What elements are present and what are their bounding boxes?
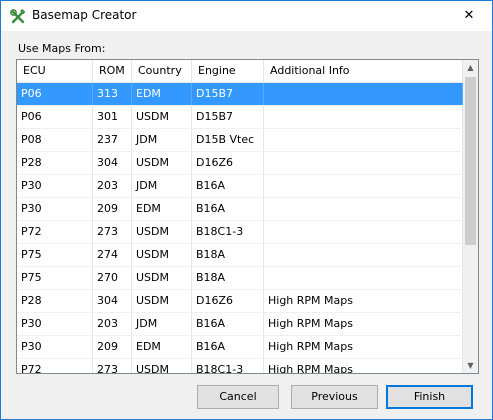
table-cell: 301 bbox=[93, 106, 132, 128]
table-cell: USDM bbox=[132, 267, 192, 289]
table-cell: P06 bbox=[17, 106, 93, 128]
table-cell: P30 bbox=[17, 198, 93, 220]
table-cell: 270 bbox=[93, 267, 132, 289]
table-row[interactable]: P28 304 USDM D16Z6 bbox=[17, 152, 463, 175]
table-cell: D15B Vtec bbox=[192, 129, 264, 151]
table-cell: B16A bbox=[192, 313, 264, 335]
table-cell: P30 bbox=[17, 336, 93, 358]
table-cell bbox=[264, 152, 463, 174]
table-cell: EDM bbox=[132, 83, 192, 105]
column-header-engine[interactable]: Engine bbox=[192, 60, 264, 82]
table-cell: P72 bbox=[17, 359, 93, 373]
table-cell: 304 bbox=[93, 152, 132, 174]
table-cell: D16Z6 bbox=[192, 290, 264, 312]
vertical-scrollbar[interactable]: ▲ ▼ bbox=[463, 60, 478, 373]
table-cell: USDM bbox=[132, 221, 192, 243]
table-cell: EDM bbox=[132, 198, 192, 220]
list-header: ECU ROM Country Engine Additional Info bbox=[17, 60, 463, 83]
table-cell: 313 bbox=[93, 83, 132, 105]
table-cell: B18C1-3 bbox=[192, 359, 264, 373]
use-maps-from-label: Use Maps From: bbox=[18, 42, 106, 55]
maps-list[interactable]: ECU ROM Country Engine Additional Info P… bbox=[16, 59, 479, 374]
window-title: Basemap Creator bbox=[32, 8, 137, 22]
table-cell: EDM bbox=[132, 336, 192, 358]
table-cell: B18A bbox=[192, 267, 264, 289]
column-header-country[interactable]: Country bbox=[132, 60, 192, 82]
table-cell bbox=[264, 221, 463, 243]
table-cell: B18C1-3 bbox=[192, 221, 264, 243]
table-cell: High RPM Maps bbox=[264, 290, 463, 312]
table-cell bbox=[264, 106, 463, 128]
table-cell bbox=[264, 198, 463, 220]
table-cell: JDM bbox=[132, 129, 192, 151]
table-cell: High RPM Maps bbox=[264, 359, 463, 373]
table-cell: D16Z6 bbox=[192, 152, 264, 174]
table-cell: 304 bbox=[93, 290, 132, 312]
scrollbar-thumb[interactable] bbox=[465, 77, 476, 245]
table-row[interactable]: P08 237 JDM D15B Vtec bbox=[17, 129, 463, 152]
table-row[interactable]: P30 203 JDM B16A High RPM Maps bbox=[17, 313, 463, 336]
table-row[interactable]: P28 304 USDM D16Z6 High RPM Maps bbox=[17, 290, 463, 313]
scroll-up-icon[interactable]: ▲ bbox=[463, 60, 478, 75]
table-cell: B16A bbox=[192, 175, 264, 197]
table-cell: 273 bbox=[93, 221, 132, 243]
basemap-creator-window: Basemap Creator ✕ Use Maps From: ECU ROM… bbox=[0, 0, 493, 420]
table-cell: B16A bbox=[192, 198, 264, 220]
table-cell: P08 bbox=[17, 129, 93, 151]
column-header-rom[interactable]: ROM bbox=[93, 60, 132, 82]
table-cell: 209 bbox=[93, 336, 132, 358]
table-cell: USDM bbox=[132, 106, 192, 128]
finish-button[interactable]: Finish bbox=[386, 385, 473, 409]
table-cell: 273 bbox=[93, 359, 132, 373]
table-cell: D15B7 bbox=[192, 106, 264, 128]
cancel-button[interactable]: Cancel bbox=[197, 385, 279, 409]
column-header-additional-info[interactable]: Additional Info bbox=[264, 60, 463, 82]
table-row[interactable]: P75 270 USDM B18A bbox=[17, 267, 463, 290]
table-cell: USDM bbox=[132, 244, 192, 266]
table-cell: D15B7 bbox=[192, 83, 264, 105]
table-cell: P28 bbox=[17, 290, 93, 312]
list-rows: P06 313 EDM D15B7 P06 301 USDM D15B7 P08 237 JDM D1… bbox=[17, 83, 463, 373]
table-cell: P75 bbox=[17, 244, 93, 266]
table-cell: USDM bbox=[132, 359, 192, 373]
table-row[interactable]: P06 301 USDM D15B7 bbox=[17, 106, 463, 129]
close-icon[interactable]: ✕ bbox=[446, 1, 492, 31]
table-cell: High RPM Maps bbox=[264, 336, 463, 358]
table-cell: B16A bbox=[192, 336, 264, 358]
table-cell: 203 bbox=[93, 175, 132, 197]
table-cell: JDM bbox=[132, 313, 192, 335]
table-cell: JDM bbox=[132, 175, 192, 197]
table-row[interactable]: P72 273 USDM B18C1-3 bbox=[17, 221, 463, 244]
table-cell: P30 bbox=[17, 175, 93, 197]
table-cell: B18A bbox=[192, 244, 264, 266]
previous-button[interactable]: Previous bbox=[291, 385, 378, 409]
table-cell: 209 bbox=[93, 198, 132, 220]
table-cell bbox=[264, 83, 463, 105]
title-bar[interactable]: Basemap Creator ✕ bbox=[1, 1, 492, 31]
table-cell: USDM bbox=[132, 152, 192, 174]
tools-icon bbox=[10, 9, 26, 24]
table-row[interactable]: P72 273 USDM B18C1-3 High RPM Maps bbox=[17, 359, 463, 373]
table-row[interactable]: P30 209 EDM B16A bbox=[17, 198, 463, 221]
table-cell: High RPM Maps bbox=[264, 313, 463, 335]
column-header-ecu[interactable]: ECU bbox=[17, 60, 93, 82]
table-row[interactable]: P75 274 USDM B18A bbox=[17, 244, 463, 267]
table-cell bbox=[264, 267, 463, 289]
table-cell: 203 bbox=[93, 313, 132, 335]
table-cell bbox=[264, 129, 463, 151]
table-cell: P06 bbox=[17, 83, 93, 105]
scroll-down-icon[interactable]: ▼ bbox=[463, 358, 478, 373]
table-cell: P75 bbox=[17, 267, 93, 289]
table-cell: 237 bbox=[93, 129, 132, 151]
table-cell: USDM bbox=[132, 290, 192, 312]
table-cell: P72 bbox=[17, 221, 93, 243]
table-cell bbox=[264, 244, 463, 266]
table-cell bbox=[264, 175, 463, 197]
table-row[interactable]: P30 209 EDM B16A High RPM Maps bbox=[17, 336, 463, 359]
table-row[interactable]: P06 313 EDM D15B7 bbox=[17, 83, 463, 106]
table-row[interactable]: P30 203 JDM B16A bbox=[17, 175, 463, 198]
table-cell: P30 bbox=[17, 313, 93, 335]
table-cell: P28 bbox=[17, 152, 93, 174]
table-cell: 274 bbox=[93, 244, 132, 266]
